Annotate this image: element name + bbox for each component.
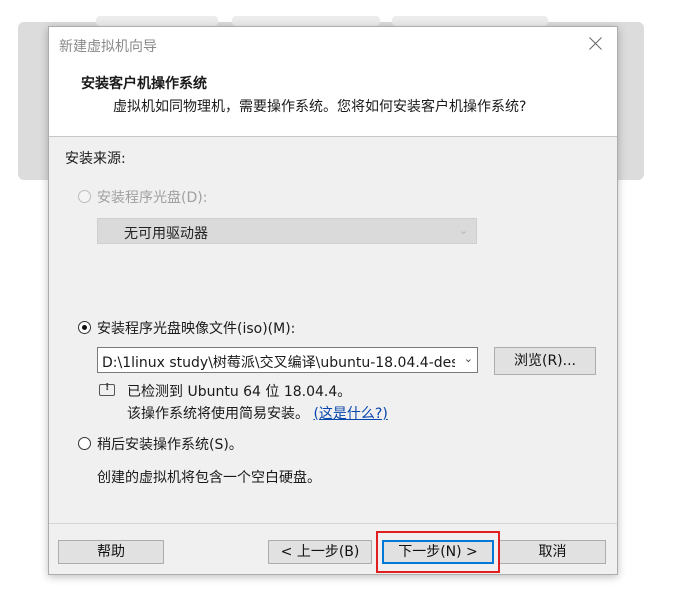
iso-radio-label: 安装程序光盘映像文件(iso)(M): [97, 321, 296, 337]
iso-path-combobox[interactable]: D:\1linux study\树莓派\交叉编译\ubuntu-18.04.4-… [97, 347, 478, 373]
footer-divider [49, 523, 617, 524]
help-button[interactable]: 帮助 [58, 540, 164, 564]
title-bar: 新建虚拟机向导 [49, 27, 617, 63]
page-title: 安装客户机操作系统 [81, 76, 207, 92]
install-later-description: 创建的虚拟机将包含一个空白硬盘。 [97, 470, 321, 486]
chevron-down-icon: ⌄ [458, 224, 468, 237]
iso-radio[interactable] [78, 321, 91, 334]
background-tab [392, 16, 548, 26]
page-subtitle: 虚拟机如同物理机，需要操作系统。您将如何安装客户机操作系统? [113, 99, 527, 115]
whats-this-link[interactable]: (这是什么?) [313, 406, 387, 422]
install-later-label: 稍后安装操作系统(S)。 [97, 437, 243, 453]
window-title: 新建虚拟机向导 [59, 39, 157, 55]
install-later-radio[interactable] [78, 437, 91, 450]
browse-button[interactable]: 浏览(R)... [494, 347, 596, 375]
close-icon[interactable] [585, 33, 607, 55]
drive-select-value: 无可用驱动器 [124, 226, 208, 242]
background-tab [96, 16, 218, 26]
iso-path-value: D:\1linux study\树莓派\交叉编译\ubuntu-18.04.4-… [102, 355, 455, 371]
background-tab [232, 16, 380, 26]
disc-radio[interactable] [78, 190, 91, 203]
chevron-down-icon[interactable]: ⌄ [464, 352, 473, 365]
detected-os-text: 已检测到 Ubuntu 64 位 18.04.4。 [127, 384, 352, 400]
disc-radio-label: 安装程序光盘(D): [97, 190, 208, 206]
drive-select[interactable]: 无可用驱动器 ⌄ [97, 218, 477, 244]
info-icon [99, 382, 115, 396]
easy-install-text: 该操作系统将使用简易安装。 [127, 406, 309, 422]
new-vm-wizard-dialog: 新建虚拟机向导 安装客户机操作系统 虚拟机如同物理机，需要操作系统。您将如何安装… [48, 26, 618, 575]
easy-install-line: 该操作系统将使用简易安装。 (这是什么?) [127, 403, 388, 423]
next-button-highlight [376, 531, 500, 573]
install-source-label: 安装来源: [65, 151, 126, 167]
back-button[interactable]: < 上一步(B) [268, 540, 372, 564]
cancel-button[interactable]: 取消 [499, 540, 606, 564]
wizard-header: 安装客户机操作系统 虚拟机如同物理机，需要操作系统。您将如何安装客户机操作系统? [49, 63, 617, 137]
